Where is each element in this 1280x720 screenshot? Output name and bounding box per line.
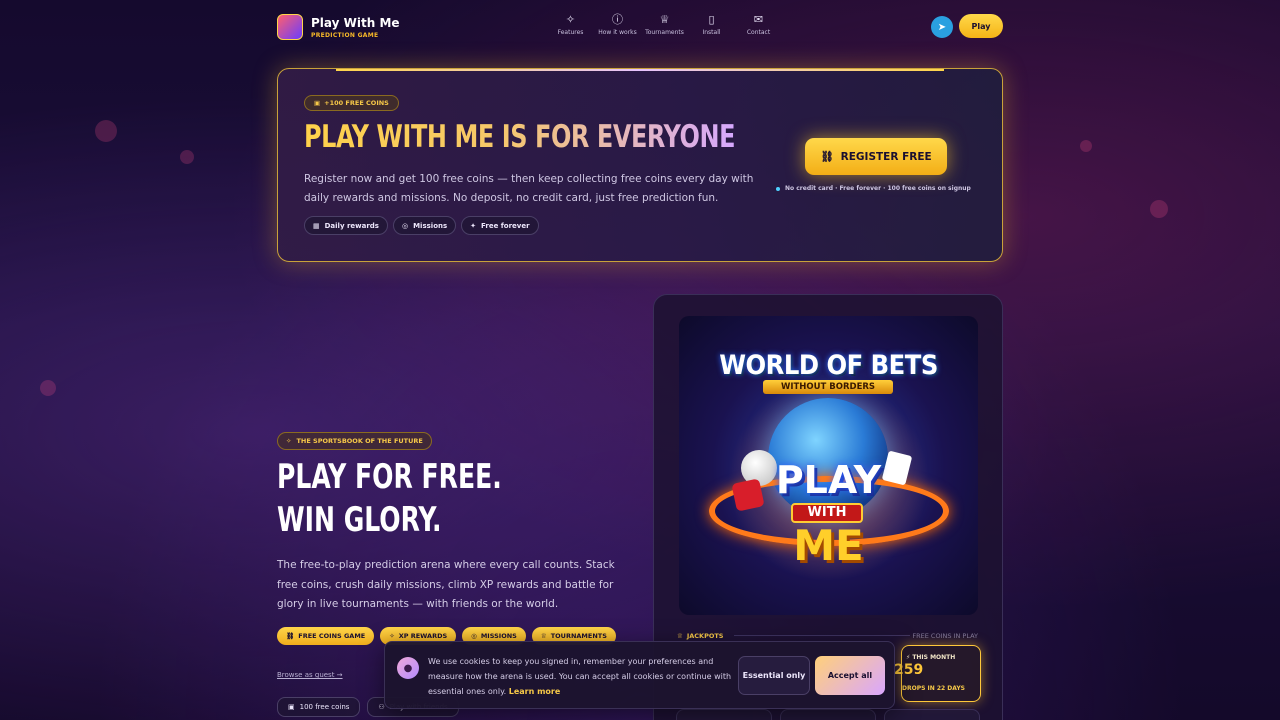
browse-as-guest-link[interactable]: Browse as guest → <box>277 671 343 679</box>
learn-more-link[interactable]: Learn more <box>509 687 561 696</box>
chip-label: 100 free coins <box>299 703 350 711</box>
background-bokeh <box>180 150 194 164</box>
poster-play-word: PLAY <box>775 458 882 502</box>
main-nav: ✧ Features ⓘ How it works ♕ Tournaments … <box>547 12 782 37</box>
pill-label: +100 FREE COINS <box>324 99 389 107</box>
accept-all-button[interactable]: Accept all <box>815 656 885 695</box>
nav-label: Contact <box>746 29 771 36</box>
register-free-button[interactable]: ⛓ REGISTER FREE <box>805 138 947 175</box>
nav-tournaments[interactable]: ♕ Tournaments <box>641 12 688 37</box>
tag-label: XP REWARDS <box>398 632 448 640</box>
chip-label: Missions <box>413 221 448 230</box>
logo[interactable] <box>277 14 303 40</box>
register-label: REGISTER FREE <box>840 150 932 163</box>
site-header: Play With Me PREDICTION GAME ✧ Features … <box>277 10 1003 44</box>
cookie-icon: ● <box>397 657 419 679</box>
hero-title-line2: WIN GLORY. <box>277 500 442 540</box>
sparkle-icon: ✧ <box>286 437 292 445</box>
nav-label: Features <box>557 29 584 36</box>
chip-100-free-coins: ▣ 100 free coins <box>277 697 361 717</box>
trophy-icon: ♕ <box>677 632 683 640</box>
jackpot-tile[interactable] <box>676 709 772 720</box>
jackpot-tile[interactable] <box>780 709 876 720</box>
nav-features[interactable]: ✧ Features <box>547 12 594 37</box>
game-poster-image: WORLD OF BETS WITHOUT BORDERS PLAY WITH … <box>679 316 978 615</box>
promo-banner: ▣ +100 FREE COINS PLAY WITH ME IS FOR EV… <box>277 68 1003 262</box>
coin-icon: ▣ <box>288 703 295 711</box>
divider <box>734 635 910 636</box>
jackpots-label: JACKPOTS <box>686 632 724 640</box>
essential-only-button[interactable]: Essential only <box>738 656 810 695</box>
register-note: No credit card · Free forever · 100 free… <box>776 185 971 192</box>
tag-label: FREE COINS GAME <box>298 632 366 640</box>
link-icon: ⛓ <box>286 632 295 640</box>
free-coins-pill: ▣ +100 FREE COINS <box>304 95 399 111</box>
tag-free-coins[interactable]: ⛓ FREE COINS GAME <box>277 627 375 645</box>
poster-title: WORLD OF BETS <box>719 350 938 381</box>
chip-label: Daily rewards <box>324 221 379 230</box>
nav-how-it-works[interactable]: ⓘ How it works <box>594 12 641 37</box>
sparkle-icon: ✧ <box>565 12 576 26</box>
banner-title: PLAY WITH ME IS FOR EVERYONE <box>304 119 736 155</box>
gift-icon: ▣ <box>314 99 321 107</box>
sparkle-icon: ✧ <box>389 632 395 640</box>
jackpot-box-label-text: THIS MONTH <box>912 654 956 661</box>
chip-free-forever: ✦ Free forever <box>461 216 539 235</box>
brand-name: Play With Me <box>311 15 400 30</box>
link-icon: ⛓ <box>820 151 834 163</box>
poster-with-word: WITH <box>791 503 863 523</box>
trophy-icon: ♕ <box>659 12 670 26</box>
background-bokeh <box>1080 140 1092 152</box>
register-note-text: No credit card · Free forever · 100 free… <box>785 185 971 192</box>
tag-label: TOURNAMENTS <box>550 632 607 640</box>
status-dot-icon <box>776 186 780 191</box>
tag-label: MISSIONS <box>480 632 517 640</box>
jackpot-box-label: ⚡ THIS MONTH <box>906 654 955 661</box>
play-button[interactable]: Play <box>959 14 1003 38</box>
poster-ribbon: WITHOUT BORDERS <box>763 380 893 394</box>
cookie-text: We use cookies to keep you signed in, re… <box>428 654 733 699</box>
banner-chips: ▦ Daily rewards ◎ Missions ✦ Free forever <box>304 216 539 235</box>
question-icon: ⓘ <box>612 12 623 26</box>
mail-icon: ✉ <box>753 12 764 26</box>
jackpot-this-month[interactable]: ⚡ THIS MONTH 259 DROPS IN 22 DAYS <box>894 645 981 702</box>
poster-me-word: ME <box>793 521 864 570</box>
calendar-icon: ▦ <box>313 221 320 230</box>
cookie-consent-banner: ● We use cookies to keep you signed in, … <box>384 641 895 709</box>
telegram-icon[interactable]: ➤ <box>931 16 953 38</box>
target-icon: ◎ <box>471 632 477 640</box>
background-bokeh <box>1150 200 1168 218</box>
bolt-icon: ⚡ <box>906 654 911 661</box>
banner-description: Register now and get 100 free coins — th… <box>304 173 754 204</box>
brand-subtitle: PREDICTION GAME <box>311 31 379 39</box>
hero-tag-label: THE SPORTSBOOK OF THE FUTURE <box>296 437 423 445</box>
hero-tag: ✧ THE SPORTSBOOK OF THE FUTURE <box>277 432 432 450</box>
jackpots-heading: ♕ JACKPOTS <box>677 632 724 640</box>
jackpot-drops-label: DROPS IN 22 DAYS <box>902 685 966 692</box>
nav-label: Install <box>702 29 721 36</box>
jackpot-value: 259 <box>894 662 924 678</box>
cookie-message: We use cookies to keep you signed in, re… <box>428 657 732 696</box>
background-bokeh <box>95 120 117 142</box>
nav-contact[interactable]: ✉ Contact <box>735 12 782 37</box>
chip-missions: ◎ Missions <box>392 216 457 235</box>
bolt-icon: ✦ <box>470 221 477 230</box>
nav-install[interactable]: ▯ Install <box>688 12 735 37</box>
chip-label: Free forever <box>481 221 530 230</box>
banner-accent-line <box>336 69 944 71</box>
hero-description: The free-to-play prediction arena where … <box>277 559 615 610</box>
jackpot-tile[interactable] <box>884 709 980 720</box>
chip-daily-rewards: ▦ Daily rewards <box>304 216 388 235</box>
free-coins-in-play-label: FREE COINS IN PLAY <box>912 632 978 640</box>
phone-icon: ▯ <box>708 12 715 26</box>
target-icon: ◎ <box>401 221 409 230</box>
hero-title-line1: PLAY FOR FREE. <box>277 457 502 497</box>
nav-label: How it works <box>598 29 637 36</box>
brand[interactable]: Play With Me PREDICTION GAME <box>311 16 400 39</box>
hero-title: PLAY FOR FREE. WIN GLORY. <box>277 456 502 542</box>
nav-label: Tournaments <box>645 29 684 36</box>
trophy-icon: ♕ <box>540 632 547 640</box>
background-bokeh <box>40 380 56 396</box>
